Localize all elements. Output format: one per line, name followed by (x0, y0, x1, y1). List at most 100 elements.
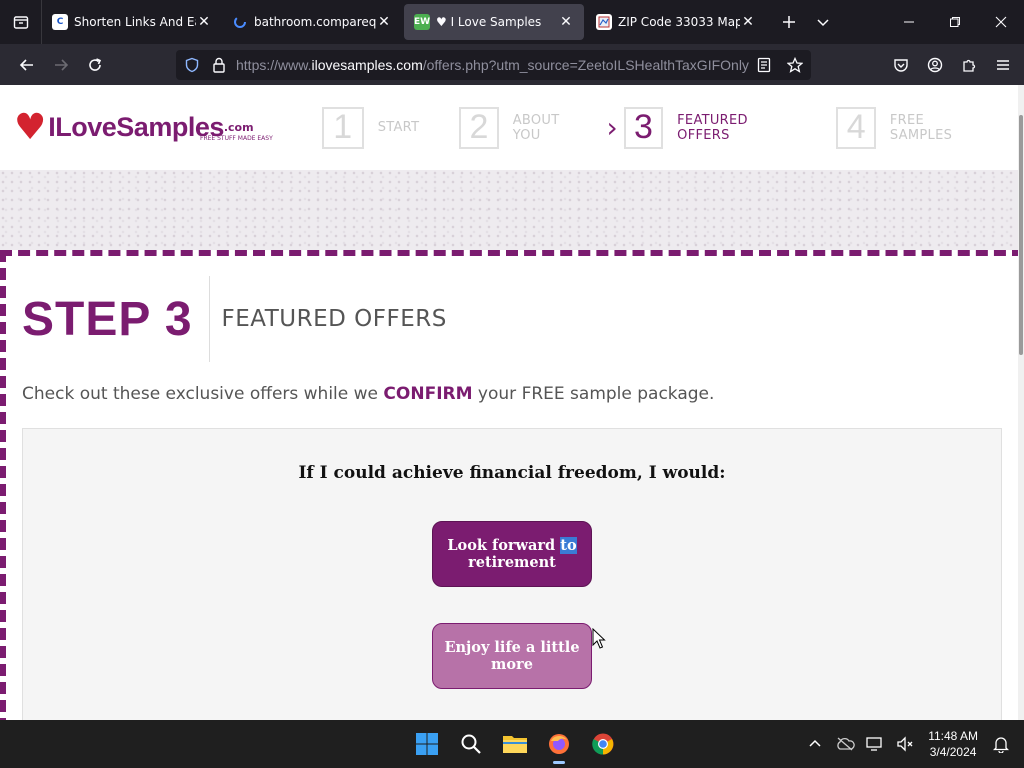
forward-button[interactable] (44, 48, 78, 82)
folder-icon (503, 736, 527, 753)
firefox-icon (549, 734, 569, 754)
account-button[interactable] (918, 48, 952, 82)
chrome-icon (592, 733, 614, 755)
tab-title: Shorten Links And Earn (74, 15, 196, 29)
restore-button[interactable] (932, 5, 978, 39)
chevron-down-icon (817, 19, 829, 27)
browser-tab[interactable]: bathroom.comparequ ✕ (222, 0, 402, 44)
reader-view-icon[interactable] (757, 57, 771, 73)
minimize-button[interactable] (886, 5, 932, 39)
close-tab-icon[interactable]: ✕ (376, 14, 392, 30)
step-number-heading: STEP 3 (22, 276, 210, 362)
extensions-button[interactable] (952, 48, 986, 82)
step-label: FREE SAMPLES (889, 112, 953, 143)
tab-list-button[interactable] (0, 0, 42, 44)
close-icon (995, 16, 1007, 28)
browser-tab[interactable]: ZIP Code 33033 Map, D ✕ (586, 0, 766, 44)
search-button[interactable] (449, 722, 493, 766)
network-icon[interactable] (860, 736, 890, 752)
puzzle-icon (963, 59, 976, 72)
plus-icon (783, 16, 795, 28)
web-page: ♥ ILoveSamples .com FREE STUFF MADE EASY… (0, 85, 1024, 720)
intro-text: Check out these exclusive offers while w… (22, 384, 715, 404)
restore-icon (950, 17, 960, 27)
site-header: ♥ ILoveSamples .com FREE STUFF MADE EASY… (0, 85, 1024, 170)
step-number: 2 (459, 106, 499, 149)
back-button[interactable] (10, 48, 44, 82)
clock-date: 3/4/2024 (929, 745, 977, 759)
step-number: 1 (321, 106, 364, 149)
hamburger-icon (997, 60, 1009, 70)
answer-retirement-button[interactable]: Look forward to retirement (432, 521, 592, 587)
taskbar-clock[interactable]: 11:48 AM 3/4/2024 (928, 728, 978, 760)
logo-dotcom: .com (223, 121, 254, 134)
tab-list-icon (13, 16, 28, 29)
spinner-icon (232, 14, 248, 30)
star-icon[interactable] (787, 57, 803, 73)
step-1: 1 START (321, 106, 420, 149)
site-logo[interactable]: ♥ ILoveSamples .com FREE STUFF MADE EASY (14, 107, 322, 148)
tab-title: ZIP Code 33033 Map, D (618, 15, 740, 29)
logo-wordmark: ILoveSamples (48, 112, 224, 142)
pocket-button[interactable] (884, 48, 918, 82)
step-title: FEATURED OFFERS (221, 306, 447, 332)
step-number: 3 (623, 106, 664, 149)
account-icon (927, 57, 943, 73)
volume-muted-icon[interactable] (890, 736, 920, 752)
minimize-icon (904, 21, 914, 23)
clock-time: 11:48 AM (928, 729, 978, 743)
step-3: 3 FEATURED OFFERS (623, 106, 797, 149)
step-4: 4 FREE SAMPLES (836, 106, 984, 149)
windows-logo-icon (416, 733, 438, 755)
start-button[interactable] (405, 722, 449, 766)
arrow-right-icon (55, 58, 69, 71)
offers-panel: STEP 3 FEATURED OFFERS Check out these e… (0, 250, 1024, 720)
browser-toolbar: https://www.ilovesamples.com/offers.php?… (0, 44, 1024, 85)
menu-button[interactable] (986, 48, 1020, 82)
firefox-button[interactable] (537, 722, 581, 766)
browser-tab-active[interactable]: EW ♥ I Love Samples ✕ (404, 4, 584, 40)
address-bar[interactable]: https://www.ilovesamples.com/offers.php?… (176, 50, 811, 80)
tab-title: ♥ I Love Samples (436, 15, 542, 29)
mouse-cursor-icon (592, 628, 606, 649)
windows-taskbar: 11:48 AM 3/4/2024 (0, 720, 1024, 768)
pocket-icon (894, 59, 908, 72)
offer-question-box: If I could achieve financial freedom, I … (22, 428, 1002, 720)
decorative-pattern-band (0, 170, 1024, 250)
close-window-button[interactable] (978, 5, 1024, 39)
step-label: ABOUT YOU (512, 112, 560, 143)
c-logo-icon: C (52, 14, 68, 30)
browser-tab[interactable]: C Shorten Links And Earn ✕ (42, 0, 222, 44)
file-explorer-button[interactable] (493, 722, 537, 766)
scrollbar-thumb[interactable] (1019, 115, 1023, 355)
shield-icon (185, 57, 199, 73)
step-number: 4 (836, 106, 876, 149)
close-tab-icon[interactable]: ✕ (196, 14, 212, 30)
list-all-tabs-button[interactable] (806, 5, 840, 39)
notification-bell-icon[interactable] (986, 735, 1016, 753)
chevron-up-icon[interactable] (800, 737, 830, 751)
offer-question: If I could achieve financial freedom, I … (298, 463, 726, 483)
reload-icon (89, 57, 102, 71)
ew-icon: EW (414, 14, 430, 30)
logo-tagline: FREE STUFF MADE EASY (200, 135, 273, 142)
heart-icon: ♥ (14, 107, 47, 148)
chevron-right-icon: › (606, 111, 618, 144)
close-tab-icon[interactable]: ✕ (740, 14, 756, 30)
step-heading: STEP 3 FEATURED OFFERS (22, 276, 447, 362)
step-label: FEATURED OFFERS (677, 112, 748, 143)
step-2: 2 ABOUT YOU (459, 106, 586, 149)
step-label: START (377, 120, 420, 135)
url-text: https://www.ilovesamples.com/offers.php?… (236, 57, 749, 73)
answer-enjoy-life-button[interactable]: Enjoy life a little more (432, 623, 592, 689)
browser-tab-strip: C Shorten Links And Earn ✕ bathroom.comp… (0, 0, 1024, 44)
new-tab-button[interactable] (772, 5, 806, 39)
onedrive-offline-icon[interactable] (830, 737, 860, 751)
reload-button[interactable] (78, 48, 112, 82)
close-tab-icon[interactable]: ✕ (558, 14, 574, 30)
system-tray: 11:48 AM 3/4/2024 (800, 720, 1024, 768)
page-scrollbar[interactable] (1018, 85, 1024, 720)
chrome-button[interactable] (581, 722, 625, 766)
arrow-left-icon (19, 58, 33, 71)
progress-steps: 1 START 2 ABOUT YOU › 3 FEATURED OFFERS … (321, 106, 1024, 149)
